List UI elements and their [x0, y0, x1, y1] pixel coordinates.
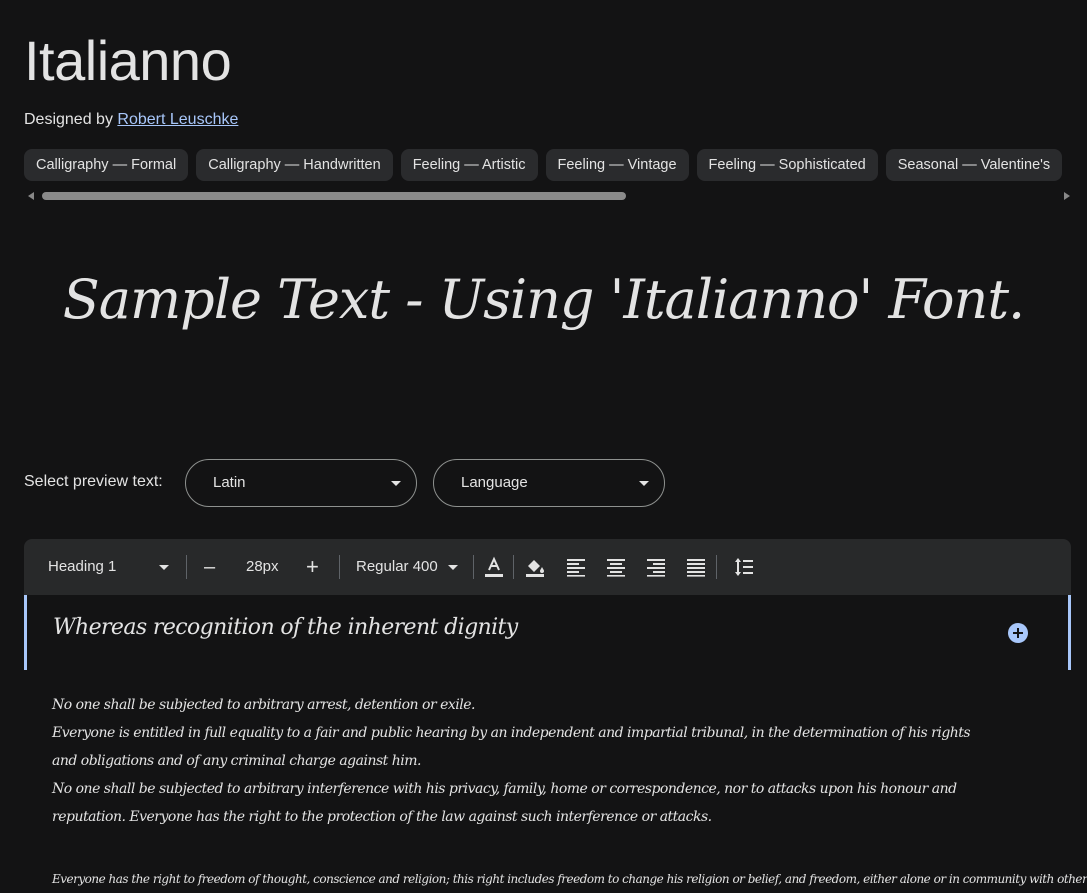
language-select-value: Language: [461, 474, 528, 491]
toolbar-divider: [513, 555, 514, 579]
editor-toolbar: Heading 1 – 28px + Regular 400: [24, 539, 1071, 595]
tag-chip[interactable]: Calligraphy — Formal: [24, 149, 189, 181]
tag-chip[interactable]: Feeling — Artistic: [400, 149, 538, 181]
designer-link[interactable]: Robert Leuschke: [117, 111, 238, 128]
scroll-left-arrow-icon[interactable]: [28, 192, 34, 200]
caret-down-icon: [391, 481, 401, 486]
script-select[interactable]: Latin: [185, 459, 417, 507]
font-title: Italianno: [24, 29, 232, 92]
paragraph-line: No one shall be subjected to arbitrary i…: [52, 781, 957, 825]
decrease-size-button[interactable]: –: [204, 539, 215, 595]
paragraph-line: Everyone is entitled in full equality to…: [52, 725, 971, 769]
highlight-color-icon[interactable]: [523, 555, 547, 579]
sample-text: Sample Text - Using 'Italianno' Font.: [62, 268, 1025, 331]
scrollbar-thumb[interactable]: [42, 192, 626, 200]
toolbar-divider: [339, 555, 340, 579]
font-weight-dropdown[interactable]: Regular 400: [356, 539, 458, 595]
scroll-right-arrow-icon[interactable]: [1064, 192, 1070, 200]
tags-scrollbar[interactable]: [24, 190, 1072, 202]
text-color-icon[interactable]: [482, 555, 506, 579]
preview-text-label: Select preview text:: [24, 473, 163, 490]
font-size-value[interactable]: 28px: [246, 539, 279, 595]
body-preview-text-small[interactable]: Everyone has the right to freedom of tho…: [52, 868, 1087, 890]
designer-line: Designed by Robert Leuschke: [24, 111, 238, 129]
align-left-icon[interactable]: [564, 555, 588, 579]
caret-down-icon: [158, 564, 169, 570]
editor-panel: Whereas recognition of the inherent dign…: [24, 595, 1087, 893]
heading-preview-text[interactable]: Whereas recognition of the inherent dign…: [53, 615, 518, 640]
tag-chip[interactable]: Calligraphy — Handwritten: [196, 149, 393, 181]
align-center-icon[interactable]: [604, 555, 628, 579]
add-block-icon[interactable]: [1008, 623, 1028, 643]
script-select-value: Latin: [213, 474, 246, 491]
text-style-dropdown[interactable]: Heading 1: [48, 539, 169, 595]
text-style-value: Heading 1: [48, 558, 117, 575]
increase-size-button[interactable]: +: [306, 539, 319, 595]
toolbar-divider: [716, 555, 717, 579]
font-specimen-page: Italianno Designed by Robert Leuschke Ca…: [0, 0, 1087, 893]
align-justify-icon[interactable]: [684, 555, 708, 579]
paragraph-line: No one shall be subjected to arbitrary a…: [52, 697, 475, 713]
tag-chip[interactable]: Feeling — Vintage: [545, 149, 689, 181]
font-weight-value: Regular 400: [356, 558, 438, 575]
toolbar-divider: [473, 555, 474, 579]
language-select[interactable]: Language: [433, 459, 665, 507]
body-preview-text[interactable]: No one shall be subjected to arbitrary a…: [52, 691, 972, 831]
align-right-icon[interactable]: [644, 555, 668, 579]
toolbar-divider: [186, 555, 187, 579]
tag-list: Calligraphy — Formal Calligraphy — Handw…: [24, 149, 1087, 181]
caret-down-icon: [639, 481, 649, 486]
heading-block[interactable]: Whereas recognition of the inherent dign…: [24, 595, 1071, 670]
tag-chip[interactable]: Seasonal — Valentine's: [885, 149, 1063, 181]
designed-by-label: Designed by: [24, 111, 113, 128]
tag-chip[interactable]: Feeling — Sophisticated: [696, 149, 878, 181]
caret-down-icon: [447, 564, 458, 570]
line-height-icon[interactable]: [732, 555, 756, 579]
